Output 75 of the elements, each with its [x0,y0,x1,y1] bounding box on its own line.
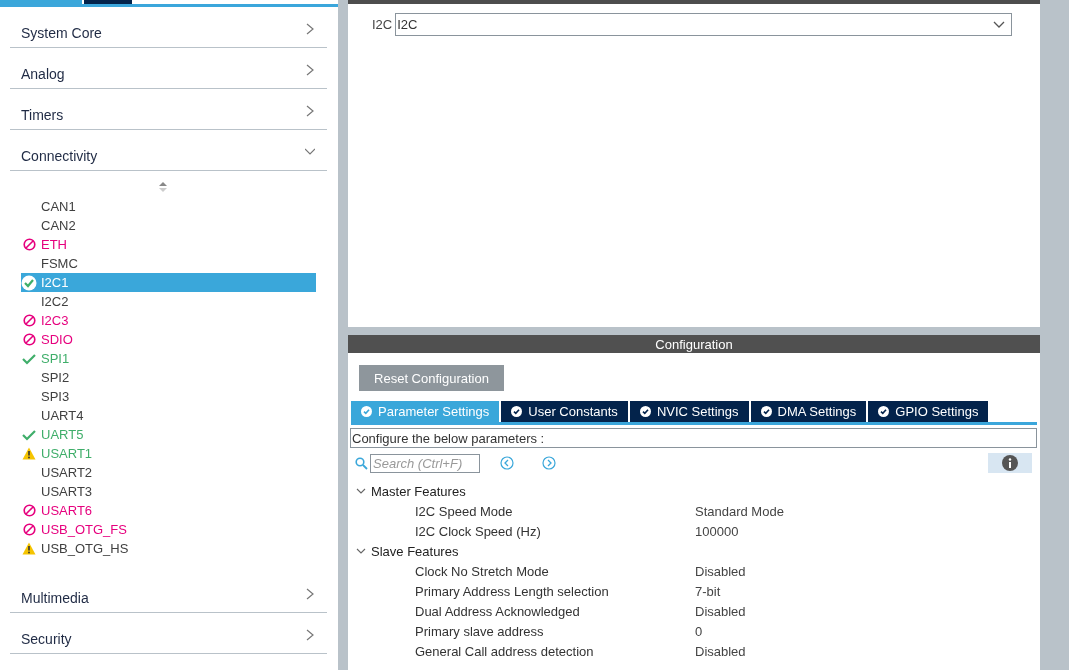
blocked-icon [22,333,36,346]
peripheral-item[interactable]: FSMC [21,254,316,273]
check-icon [22,352,36,365]
info-icon [1002,455,1018,471]
parameter-name: I2C Speed Mode [415,503,514,519]
peripheral-item[interactable]: SDIO [21,330,316,349]
category-header[interactable]: Multimedia [10,572,327,613]
hint-text: Configure the below parameters : [350,428,1037,448]
category-header[interactable]: Analog [10,48,327,89]
check-icon [22,428,36,441]
check-circle-icon [760,406,772,417]
parameter-name: Primary Address Length selection [415,583,610,599]
warning-icon [22,542,36,555]
blocked-icon [22,504,36,517]
settings-tab[interactable]: GPIO Settings [868,401,989,422]
panel-title: Configuration [348,335,1040,353]
parameter-value[interactable]: Disabled [695,643,746,659]
peripheral-item[interactable]: ETH [21,235,316,254]
settings-tab[interactable]: NVIC Settings [629,401,749,422]
chevron-down-icon [993,20,1005,29]
peripheral-item[interactable]: USART3 [21,482,316,501]
check-circle-icon [639,406,651,417]
check-circle-icon [361,406,372,417]
category-header[interactable]: System Core [10,7,327,48]
chevron-right-icon [305,629,315,641]
info-button[interactable] [988,453,1032,473]
check-circle-icon [511,406,523,417]
sort-icon[interactable] [157,181,168,193]
parameter-value[interactable]: 0 [695,623,703,639]
peripheral-item[interactable]: USART6 [21,501,316,520]
peripheral-item[interactable]: CAN1 [21,197,316,216]
settings-tab[interactable]: User Constants [501,401,628,422]
category-header[interactable]: Timers [10,89,327,130]
peripheral-item[interactable]: I2C2 [21,292,316,311]
chevron-right-icon [305,23,315,35]
blocked-icon [22,523,36,536]
search-icon [355,456,368,470]
peripheral-item[interactable]: I2C3 [21,311,316,330]
mode-dropdown[interactable]: I2C [395,13,1012,36]
peripheral-item[interactable]: SPI2 [21,368,316,387]
blocked-icon [22,314,36,327]
chevron-right-icon [305,588,315,600]
group-row[interactable]: Slave Features [356,541,1040,561]
group-row[interactable]: Master Features [356,481,1040,501]
peripheral-item[interactable]: CAN2 [21,216,316,235]
category-header[interactable]: Connectivity [10,130,327,171]
warning-icon [22,447,36,460]
parameter-name: Dual Address Acknowledged [415,603,581,619]
check-circle-icon [878,406,890,417]
chevron-right-icon [305,105,315,117]
chevron-right-icon [305,64,315,76]
peripheral-item[interactable]: USB_OTG_HS [21,539,316,558]
parameter-name: Primary slave address [415,623,545,639]
blocked-icon [22,238,36,251]
chevron-down-icon [356,486,366,496]
check-circle-icon [21,274,37,291]
settings-tab[interactable]: DMA Settings [750,401,867,422]
parameter-name: General Call address detection [415,643,595,659]
peripheral-item[interactable]: USB_OTG_FS [21,520,316,539]
peripheral-item[interactable]: SPI3 [21,387,316,406]
search-field[interactable]: Search (Ctrl+F) [370,453,480,473]
chevron-down-icon [356,546,366,556]
category-header[interactable]: Security [10,613,327,654]
peripheral-item[interactable]: USART2 [21,463,316,482]
parameter-value[interactable]: 100000 [695,523,739,539]
mode-label: I2C [372,17,393,32]
peripheral-item[interactable]: UART4 [21,406,316,425]
parameter-name: I2C Clock Speed (Hz) [415,523,542,539]
parameter-value[interactable]: 7-bit [695,583,721,599]
parameter-value[interactable]: Disabled [695,563,746,579]
previous-icon[interactable] [500,456,514,470]
parameter-value[interactable]: Disabled [695,603,746,619]
parameter-name: Clock No Stretch Mode [415,563,550,579]
parameter-value[interactable]: Standard Mode [695,503,784,519]
next-icon[interactable] [542,456,556,470]
